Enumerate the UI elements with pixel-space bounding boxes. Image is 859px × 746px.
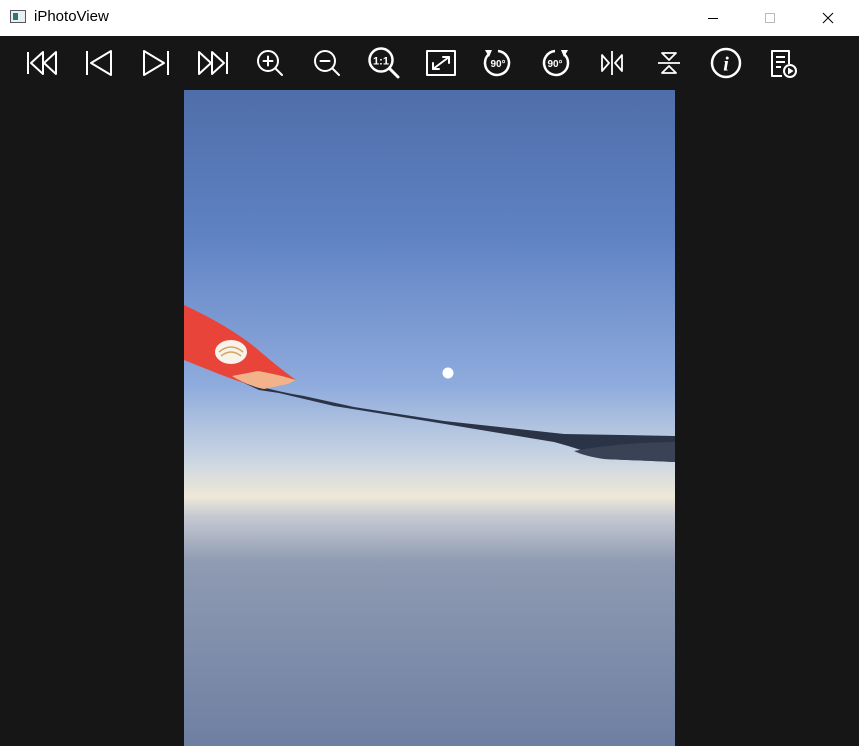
last-image-button[interactable] (195, 45, 231, 81)
title-bar: iPhotoView (0, 0, 859, 36)
toolbar: 1:1 90° 90° i (0, 36, 859, 90)
close-icon (822, 12, 834, 24)
rotate-left-label: 90° (490, 59, 505, 70)
zoom-in-icon (257, 50, 283, 76)
slideshow-icon (771, 50, 797, 78)
fit-to-window-icon (426, 50, 456, 76)
minimize-button[interactable] (690, 0, 736, 36)
window-title: iPhotoView (34, 8, 109, 25)
rotate-right-icon: 90° (542, 49, 570, 77)
maximize-icon (765, 13, 775, 23)
rotate-left-icon: 90° (483, 49, 511, 77)
zoom-out-icon (314, 50, 340, 76)
actual-size-icon: 1:1 (368, 47, 400, 79)
maximize-button[interactable] (747, 0, 793, 36)
info-icon: i (710, 47, 742, 79)
next-image-button[interactable] (138, 45, 174, 81)
slideshow-button[interactable] (765, 45, 801, 81)
info-button[interactable]: i (708, 45, 744, 81)
close-button[interactable] (805, 0, 851, 36)
info-label: i (723, 54, 729, 76)
first-image-icon (27, 51, 57, 75)
zoom-out-button[interactable] (309, 45, 345, 81)
previous-image-icon (86, 50, 112, 76)
next-image-icon (143, 50, 169, 76)
sky-wing-photo (184, 90, 675, 746)
actual-size-button[interactable]: 1:1 (366, 45, 402, 81)
flip-vertical-button[interactable] (651, 45, 687, 81)
actual-size-label: 1:1 (373, 56, 389, 68)
previous-image-button[interactable] (81, 45, 117, 81)
minimize-icon (708, 18, 718, 19)
flip-vertical-icon (658, 52, 680, 74)
photo[interactable] (184, 90, 675, 746)
fit-to-window-button[interactable] (423, 45, 459, 81)
app-icon (10, 10, 26, 23)
last-image-icon (198, 51, 228, 75)
rotate-right-button[interactable]: 90° (537, 45, 573, 81)
zoom-in-button[interactable] (252, 45, 288, 81)
flip-horizontal-button[interactable] (594, 45, 630, 81)
first-image-button[interactable] (24, 45, 60, 81)
rotate-right-label: 90° (547, 59, 562, 70)
rotate-left-button[interactable]: 90° (480, 45, 516, 81)
flip-horizontal-icon (601, 51, 623, 75)
